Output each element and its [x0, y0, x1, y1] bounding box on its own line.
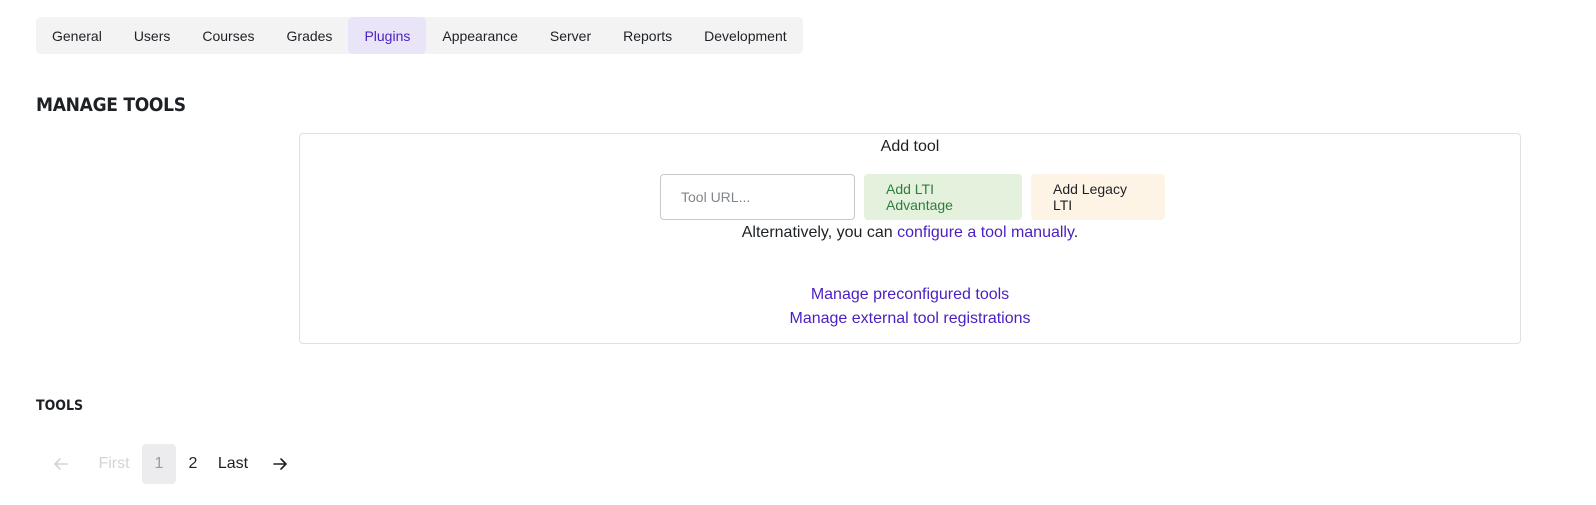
alternative-text: Alternatively, you can configure a tool …: [300, 224, 1520, 242]
alternative-suffix: .: [1073, 224, 1079, 241]
previous-page-button[interactable]: [44, 444, 78, 484]
configure-tool-manually-link[interactable]: configure a tool manually: [897, 224, 1074, 241]
tab-grades[interactable]: Grades: [271, 17, 349, 54]
manage-preconfigured-tools-link[interactable]: Manage preconfigured tools: [811, 286, 1009, 303]
tab-users[interactable]: Users: [118, 17, 187, 54]
tab-reports[interactable]: Reports: [607, 17, 688, 54]
next-page-button[interactable]: [260, 444, 300, 484]
tab-appearance[interactable]: Appearance: [426, 17, 534, 54]
tab-development[interactable]: Development: [688, 17, 803, 54]
tab-courses[interactable]: Courses: [186, 17, 270, 54]
pagination: First 1 2 Last: [44, 444, 300, 484]
tab-general[interactable]: General: [36, 17, 118, 54]
page-title: Manage tools: [36, 94, 186, 116]
first-page-button[interactable]: First: [86, 444, 142, 484]
arrow-right-icon: [272, 456, 288, 472]
add-lti-advantage-button[interactable]: Add LTI Advantage: [864, 174, 1022, 220]
admin-tab-bar: General Users Courses Grades Plugins App…: [36, 17, 803, 54]
page-1-button[interactable]: 1: [142, 444, 176, 484]
tab-server[interactable]: Server: [534, 17, 607, 54]
tab-plugins[interactable]: Plugins: [348, 17, 427, 54]
last-page-button[interactable]: Last: [210, 444, 256, 484]
tools-heading: Tools: [36, 398, 84, 414]
alternative-prefix: Alternatively, you can: [741, 224, 898, 241]
add-tool-title: Add tool: [880, 138, 940, 155]
add-tool-row: Add LTI Advantage Add Legacy LTI: [660, 174, 1165, 220]
add-legacy-lti-button[interactable]: Add Legacy LTI: [1031, 174, 1165, 220]
manage-external-tool-registrations-link[interactable]: Manage external tool registrations: [789, 310, 1030, 327]
tool-url-input[interactable]: [660, 174, 855, 220]
page-2-button[interactable]: 2: [176, 444, 210, 484]
manage-links: Manage preconfigured tools Manage extern…: [300, 283, 1520, 331]
arrow-left-icon: [53, 456, 69, 472]
add-tool-panel: Add tool Add LTI Advantage Add Legacy LT…: [299, 133, 1521, 344]
